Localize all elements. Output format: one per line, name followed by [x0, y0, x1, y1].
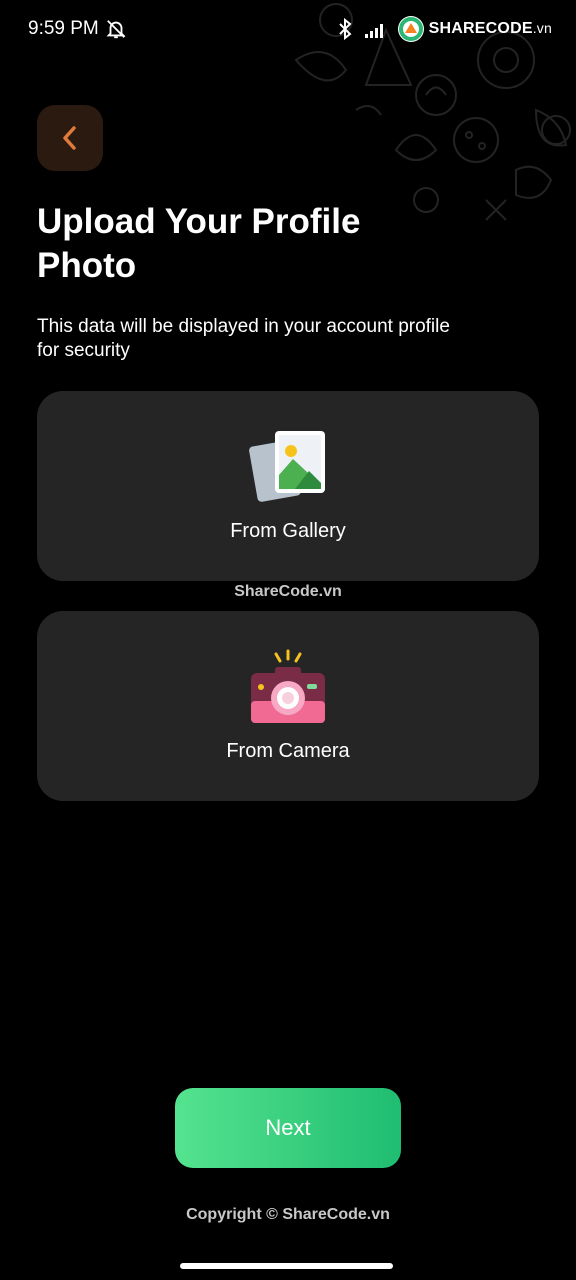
gallery-icon [249, 431, 325, 502]
watermark-text: ShareCode.vn [234, 583, 342, 600]
status-time: 9:59 PM [28, 18, 99, 39]
brand-suffix: .vn [532, 20, 552, 36]
chevron-left-icon [63, 126, 76, 150]
next-button[interactable]: Next [175, 1088, 401, 1168]
home-indicator[interactable] [180, 1263, 393, 1269]
page-subtitle: This data will be displayed in your acco… [37, 316, 450, 361]
status-indicators: SHARECODE.vn [335, 15, 552, 43]
from-gallery-option[interactable]: From Gallery [37, 391, 539, 581]
bell-muted-icon [106, 20, 126, 39]
bluetooth-icon [338, 18, 352, 40]
brand-watermark: SHARECODE.vn [397, 15, 552, 43]
page-title: Upload Your Profile Photo [37, 202, 361, 285]
status-bar: 9:59 PM SHARECODE.vn [28, 14, 552, 44]
back-button[interactable] [37, 105, 103, 171]
brand-name: SHARECODE [428, 20, 533, 37]
sharecode-logo-icon [397, 16, 424, 42]
from-gallery-label: From Gallery [230, 520, 346, 542]
copyright-text: Copyright © ShareCode.vn [186, 1206, 390, 1223]
from-camera-option[interactable]: From Camera [37, 611, 539, 801]
signal-icon [364, 24, 383, 38]
from-camera-label: From Camera [226, 740, 350, 762]
camera-icon [251, 649, 325, 723]
